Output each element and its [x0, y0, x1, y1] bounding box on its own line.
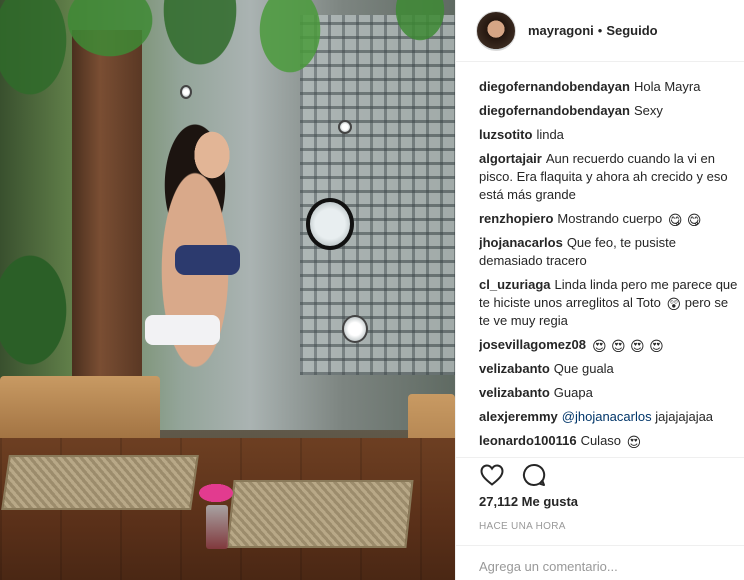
post-timestamp[interactable]: HACE UNA HORA: [479, 521, 566, 532]
comment-username[interactable]: velizabanto: [479, 361, 550, 376]
comment-username[interactable]: cl_uzuriaga: [479, 277, 551, 292]
photo-light-2: [338, 120, 352, 134]
comment-text: linda: [536, 127, 564, 142]
add-comment-bar: [456, 545, 744, 580]
emoji-icon: 😍 😍 😍 😍: [591, 339, 664, 355]
comment-item: cl_uzuriaga Linda linda pero me parece qu…: [479, 276, 741, 330]
photo-chair-left: [0, 376, 160, 446]
comment-text: Hola Mayra: [633, 79, 701, 94]
photo-flower: [190, 478, 242, 508]
photo-bikini-bottom: [145, 315, 220, 345]
username-link[interactable]: mayragoni: [528, 23, 594, 38]
emoji-icon: 😋 😋: [667, 213, 702, 229]
post-header: mayragoni • Seguido: [456, 0, 744, 62]
photo-placemat-1: [1, 455, 199, 510]
heart-icon[interactable]: [478, 462, 506, 488]
comment-username[interactable]: renzhopiero: [479, 211, 553, 226]
comment-item: velizabanto Guapa: [479, 384, 741, 402]
emoji-icon: 😲: [666, 297, 682, 313]
comment-username[interactable]: josevillagomez08: [479, 337, 586, 352]
comments-list[interactable]: diegofernandobendayan Hola Mayra diegofer…: [479, 62, 741, 457]
photo-vase: [206, 505, 228, 549]
comment-item: renzhopiero Mostrando cuerpo 😋 😋: [479, 210, 741, 228]
comment-username[interactable]: luzsotito: [479, 127, 532, 142]
comment-username[interactable]: velizabanto: [479, 385, 550, 400]
comment-username[interactable]: alexjeremmy: [479, 409, 558, 424]
comment-item: diegofernandobendayan Hola Mayra: [479, 78, 741, 96]
comment-text: Mostrando cuerpo: [557, 211, 663, 226]
comment-item: algortajair Aun recuerdo cuando la vi en …: [479, 150, 741, 204]
comment-text: Culaso: [580, 433, 622, 448]
comment-username[interactable]: diegofernandobendayan: [479, 79, 630, 94]
post-side-panel: mayragoni • Seguido diegofernandobendaya…: [455, 0, 744, 580]
comment-item: diegofernandobendayan Sexy: [479, 102, 741, 120]
comment-text: jajajajajaa: [655, 409, 714, 424]
emoji-icon: 😍: [626, 435, 642, 451]
comment-item: alexjeremmy @jhojanacarlos jajajajajaa: [479, 408, 741, 426]
comment-item: josevillagomez08 😍 😍 😍 😍: [479, 336, 741, 354]
photo-placemat-2: [226, 480, 414, 548]
photo-light-3: [342, 315, 368, 343]
comment-item: velizabanto Que guala: [479, 360, 741, 378]
comment-username[interactable]: jhojanacarlos: [479, 235, 563, 250]
post-actions-bar: [456, 457, 744, 491]
follow-status-button[interactable]: Seguido: [606, 23, 657, 38]
comment-username[interactable]: diegofernandobendayan: [479, 103, 630, 118]
comment-text: Sexy: [633, 103, 663, 118]
header-separator: •: [597, 23, 603, 38]
comment-icon[interactable]: [520, 462, 548, 488]
avatar[interactable]: [476, 10, 516, 51]
comment-item: leonardo100116 Culaso 😍: [479, 432, 741, 450]
comment-partial: [479, 62, 741, 72]
photo-plants: [0, 230, 80, 400]
comment-username[interactable]: leonardo100116: [479, 433, 577, 448]
comment-item: jhojanacarlos Que feo, te pusiste demasia…: [479, 234, 741, 270]
photo-bikini-top: [175, 245, 240, 275]
photo-round-mirror: [306, 198, 354, 250]
comment-mention-link[interactable]: @jhojanacarlos: [562, 409, 652, 424]
photo-face: [185, 120, 240, 190]
post-photo[interactable]: [0, 0, 455, 580]
comment-text: Guapa: [553, 385, 593, 400]
comment-item: luzsotito linda: [479, 126, 741, 144]
photo-light-1: [180, 85, 192, 99]
comment-username[interactable]: algortajair: [479, 151, 542, 166]
comment-text: Que guala: [553, 361, 614, 376]
comment-input[interactable]: [479, 559, 719, 574]
likes-count[interactable]: 27,112 Me gusta: [479, 494, 578, 509]
